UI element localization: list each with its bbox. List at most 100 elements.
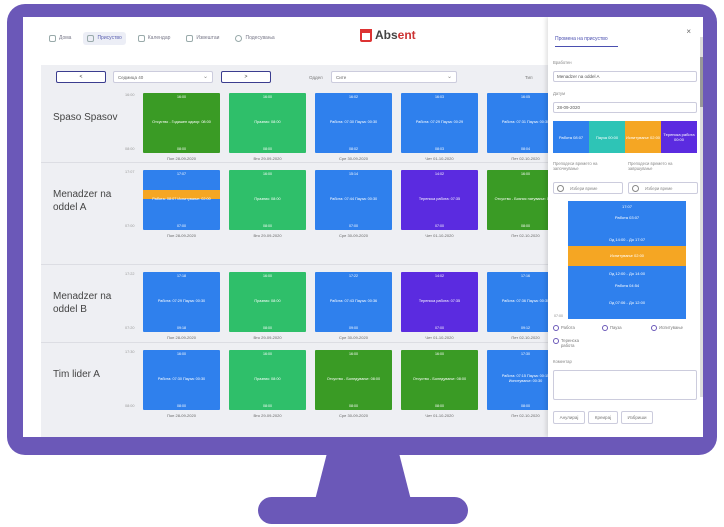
block-start-time: 16:02 bbox=[349, 95, 358, 99]
block-end-time: 08:00 bbox=[435, 404, 444, 408]
legend-work: Работа 08:07 bbox=[553, 121, 589, 153]
nav-settings[interactable]: Подесувања bbox=[231, 32, 278, 45]
employee-name: Menadzer na oddel A bbox=[53, 189, 112, 213]
block-end-time: 08:00 bbox=[177, 404, 186, 408]
date-input[interactable]: 28-09-2020 bbox=[553, 102, 697, 113]
day-timeline[interactable]: 17:07 Работа 03:07 Од 14:00 - До 17:07 И… bbox=[568, 201, 686, 319]
block-start-time: 17:22 bbox=[349, 274, 358, 278]
block-end-time: 08:00 bbox=[263, 404, 272, 408]
nav-home[interactable]: Дома bbox=[45, 32, 75, 45]
block-start-time: 16:00 bbox=[435, 352, 444, 356]
timeline-work2-label: Работа 04:54 bbox=[614, 283, 640, 288]
block-end-time: 07:00 bbox=[435, 326, 444, 330]
sector-label: Оддел bbox=[309, 75, 323, 80]
block-end-time: 08:00 bbox=[263, 326, 272, 330]
sector-select[interactable]: Сите bbox=[331, 71, 457, 83]
attendance-day-block[interactable]: 16:00 Празник: 08:00 08:00 bbox=[229, 350, 306, 410]
monitor-stand-neck bbox=[315, 455, 411, 500]
day-date-label: Пон 28-09-2020 bbox=[167, 233, 196, 238]
attendance-day-block[interactable]: 14:02 Теренска работа: 07:35 07:00 bbox=[401, 170, 478, 230]
comment-textarea[interactable] bbox=[553, 370, 697, 400]
attendance-day-block[interactable]: 17:22 Работа: 07:43 Пауза: 00:36 09:00 bbox=[315, 272, 392, 332]
block-end-time: 08:03 bbox=[435, 147, 444, 151]
block-summary: Празник: 08:00 bbox=[254, 376, 281, 381]
attendance-day-block[interactable]: 16:00 Отсуство - Боледување: 08:00 08:00 bbox=[315, 350, 392, 410]
attendance-day-block[interactable]: 16:00 Отсуство - Годишен одмор: 08:00 08:0… bbox=[143, 93, 220, 153]
attendance-day-block[interactable]: 15:14 Работа: 07:44 Пауза: 00:30 07:00 bbox=[315, 170, 392, 230]
edit-attendance-panel: Промена на присуство × Вработен Menadzer… bbox=[548, 17, 703, 437]
block-start-time: 16:03 bbox=[435, 95, 444, 99]
nav-label: Присуство bbox=[97, 35, 122, 41]
cancel-button[interactable]: Анулирај bbox=[553, 411, 585, 424]
legend-break: Пауза 00:00 bbox=[589, 121, 625, 153]
block-end-time: 08:00 bbox=[263, 147, 272, 151]
top-nav: Дома Присуство Календар Извештаи Подесув… bbox=[23, 17, 548, 59]
home-icon bbox=[49, 34, 56, 42]
close-icon[interactable]: × bbox=[686, 27, 691, 36]
logo-text-b: ent bbox=[397, 28, 416, 42]
block-start-time: 16:00 bbox=[263, 352, 272, 356]
day-date-label: Чет 01-10-2020 bbox=[425, 413, 454, 418]
block-start-time: 16:00 bbox=[177, 95, 186, 99]
attendance-day-block[interactable]: 16:00 Отсуство - Боледување: 08:00 08:00 bbox=[401, 350, 478, 410]
attendance-day-block[interactable]: 16:00 Празник: 08:00 08:00 bbox=[229, 272, 306, 332]
timeline-range-1: Од 14:00 - До 17:07 bbox=[608, 237, 646, 242]
employee-select[interactable]: Menadzer na oddel A bbox=[553, 71, 697, 82]
next-week-button[interactable]: > bbox=[221, 71, 271, 83]
legend-exam: Испитување 02:00 bbox=[625, 121, 661, 153]
day-date-label: Сре 30-09-2020 bbox=[339, 335, 368, 340]
calendar-logo-icon bbox=[360, 28, 372, 42]
day-date-label: Пон 28-09-2020 bbox=[167, 156, 196, 161]
logo-text-a: Abs bbox=[375, 28, 398, 42]
create-button[interactable]: Креирај bbox=[588, 411, 618, 424]
panel-title: Промена на присуство bbox=[555, 36, 618, 47]
prev-week-button[interactable]: < bbox=[56, 71, 106, 83]
row-divider bbox=[41, 264, 551, 265]
block-summary: Работа: 07:43 Пауза: 00:36 bbox=[329, 298, 378, 303]
day-date-label: Чет 01-10-2020 bbox=[425, 335, 454, 340]
nav-attendance[interactable]: Присуство bbox=[83, 31, 126, 45]
clock-icon bbox=[632, 185, 639, 192]
block-start-time: 17:18 bbox=[177, 274, 186, 278]
day-date-label: Чет 01-10-2020 bbox=[425, 156, 454, 161]
scrollbar-thumb[interactable] bbox=[700, 57, 703, 107]
week-select[interactable]: Седмица 40 bbox=[113, 71, 213, 83]
row-end-time: 07:00 bbox=[125, 224, 135, 228]
monitor-stand-base bbox=[258, 497, 468, 524]
block-summary: Празник: 08:00 bbox=[254, 298, 281, 303]
block-end-time: 07:00 bbox=[177, 224, 186, 228]
attendance-day-block[interactable]: 16:03 Работа: 07:29 Пауза: 00:29 08:03 bbox=[401, 93, 478, 153]
day-date-label: Пон 28-09-2020 bbox=[167, 413, 196, 418]
delete-button[interactable]: Избриши bbox=[621, 411, 653, 424]
attendance-day-block[interactable]: 14:02 Теренска работа: 07:35 07:00 bbox=[401, 272, 478, 332]
attendance-day-block[interactable]: 17:07 Работа: 08:07 Испитување: 02:00 07:0… bbox=[143, 170, 220, 230]
end-time-picker[interactable]: Избери време bbox=[628, 182, 698, 194]
block-summary: Теренска работа: 07:35 bbox=[418, 298, 461, 303]
radio-field-work[interactable]: Теренска работа bbox=[553, 338, 593, 348]
block-end-time: 09:18 bbox=[177, 326, 186, 330]
attendance-day-block[interactable]: 16:00 Празник: 08:00 08:00 bbox=[229, 93, 306, 153]
block-end-time: 09:00 bbox=[349, 326, 358, 330]
block-summary: Работа: 07:29 Пауза: 00:30 bbox=[157, 298, 206, 303]
radio-exam[interactable]: Испитување bbox=[651, 325, 683, 331]
day-date-label: Сре 30-09-2020 bbox=[339, 413, 368, 418]
day-date-label: Пон 28-09-2020 bbox=[167, 335, 196, 340]
attendance-day-block[interactable]: 16:00 Празник: 08:00 08:00 bbox=[229, 170, 306, 230]
attendance-day-block[interactable]: 17:18 Работа: 07:29 Пауза: 00:30 09:18 bbox=[143, 272, 220, 332]
radio-break[interactable]: Пауза bbox=[602, 325, 622, 331]
day-date-label: Сре 30-09-2020 bbox=[339, 233, 368, 238]
block-end-time: 08:00 bbox=[177, 147, 186, 151]
block-start-time: 16:00 bbox=[177, 352, 186, 356]
row-start-time: 17:30 bbox=[125, 350, 135, 354]
nav-reports[interactable]: Извештаи bbox=[182, 32, 223, 45]
attendance-day-block[interactable]: 16:02 Работа: 07:30 Пауза: 00:30 08:02 bbox=[315, 93, 392, 153]
app-screen: Дома Присуство Календар Извештаи Подесув… bbox=[23, 17, 703, 437]
block-summary: Работа: 07:29 Пауза: 00:29 bbox=[415, 119, 464, 124]
timeline-range-2: Од 12:00 - До 14:00 bbox=[608, 271, 646, 276]
attendance-day-block[interactable]: 16:00 Работа: 07:30 Пауза: 00:30 08:00 bbox=[143, 350, 220, 410]
nav-calendar[interactable]: Календар bbox=[134, 32, 175, 45]
schedule-area: < Седмица 40 > Оддел Сите Тип Spaso Spas… bbox=[41, 65, 564, 437]
radio-work[interactable]: Работа bbox=[553, 325, 575, 331]
block-end-time: 08:00 bbox=[263, 224, 272, 228]
start-time-picker[interactable]: Избери време bbox=[553, 182, 623, 194]
